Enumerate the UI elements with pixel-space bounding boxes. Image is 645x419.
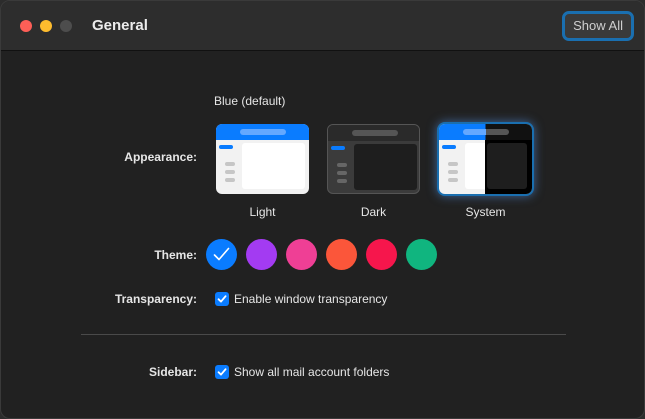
theme-label: Theme: xyxy=(154,248,197,262)
preview-sidebar-item xyxy=(225,162,235,166)
appearance-option-light[interactable] xyxy=(216,124,309,194)
appearance-option-system[interactable] xyxy=(439,124,532,194)
preview-sidebar-item xyxy=(337,163,347,167)
show-all-button[interactable]: Show All xyxy=(562,11,634,41)
preview-dark-content xyxy=(487,143,527,189)
minimize-window-button[interactable] xyxy=(40,20,52,32)
preview-search-pill xyxy=(463,129,509,135)
checkmark-icon xyxy=(213,247,230,261)
sidebar-checkbox-label[interactable]: Show all mail account folders xyxy=(234,365,389,379)
appearance-caption-dark: Dark xyxy=(360,205,387,219)
appearance-option-dark[interactable] xyxy=(327,124,420,194)
preview-sidebar xyxy=(442,142,464,190)
sidebar-checkbox[interactable] xyxy=(215,365,229,379)
preview-sidebar-item xyxy=(219,145,233,149)
preview-content xyxy=(242,143,305,189)
close-window-button[interactable] xyxy=(20,20,32,32)
current-theme-label: Blue (default) xyxy=(214,94,286,108)
preview-sidebar-item xyxy=(448,178,458,182)
transparency-checkbox-label[interactable]: Enable window transparency xyxy=(234,292,387,306)
preview-sidebar-item xyxy=(331,146,345,150)
appearance-caption-system: System xyxy=(465,205,506,219)
preview-sidebar xyxy=(331,143,353,191)
section-divider xyxy=(81,334,566,335)
preview-search-pill xyxy=(352,130,398,136)
preferences-window: General Show All Blue (default) Appearan… xyxy=(0,0,645,419)
preview-toolbar xyxy=(439,124,532,140)
preview-sidebar-item xyxy=(225,170,235,174)
preview-toolbar xyxy=(216,124,309,140)
transparency-label: Transparency: xyxy=(114,292,197,306)
theme-color-swatch[interactable] xyxy=(286,239,317,270)
preview-dark-half xyxy=(485,140,532,194)
preview-sidebar-item xyxy=(442,145,456,149)
preview-search-pill xyxy=(240,129,286,135)
theme-color-swatch[interactable] xyxy=(246,239,277,270)
theme-color-swatch[interactable] xyxy=(206,239,237,270)
window-title: General xyxy=(92,17,148,34)
preview-sidebar-item xyxy=(448,170,458,174)
theme-color-swatch[interactable] xyxy=(366,239,397,270)
theme-color-swatch[interactable] xyxy=(406,239,437,270)
theme-color-swatch[interactable] xyxy=(326,239,357,270)
title-bar: General Show All xyxy=(1,1,644,51)
appearance-caption-light: Light xyxy=(249,205,276,219)
preview-sidebar xyxy=(219,142,241,190)
transparency-checkbox[interactable] xyxy=(215,292,229,306)
preview-sidebar-item xyxy=(337,171,347,175)
zoom-window-button[interactable] xyxy=(60,20,72,32)
appearance-label: Appearance: xyxy=(124,150,197,164)
preview-sidebar-item xyxy=(225,178,235,182)
preview-sidebar-item xyxy=(337,179,347,183)
checkmark-icon xyxy=(217,295,227,303)
preview-toolbar xyxy=(328,125,419,141)
sidebar-label: Sidebar: xyxy=(148,365,197,379)
checkmark-icon xyxy=(217,368,227,376)
preview-content xyxy=(354,144,417,190)
preview-sidebar-item xyxy=(448,162,458,166)
